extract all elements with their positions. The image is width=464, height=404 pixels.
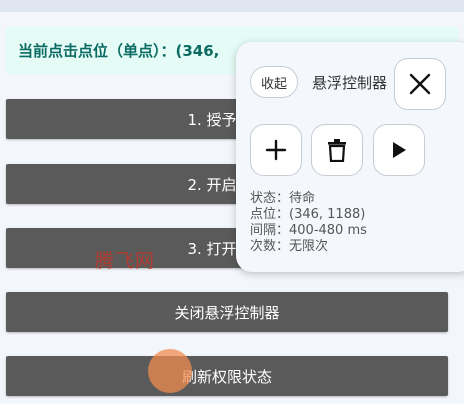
status-line-interval: 间隔：400-480 ms xyxy=(250,223,367,238)
delete-point-button[interactable] xyxy=(311,124,363,176)
current-click-point-text: 当前点击点位（单点）：(346, xyxy=(18,41,220,60)
close-icon xyxy=(409,73,431,95)
button-label: 刷新权限状态 xyxy=(181,367,272,386)
play-icon xyxy=(393,142,406,158)
collapse-button[interactable]: 收起 xyxy=(250,66,298,98)
status-info: 状态：待命 点位：(346, 1188) 间隔：400-480 ms 次数：无限… xyxy=(250,191,367,255)
status-line-state: 状态：待命 xyxy=(250,191,316,206)
top-strip xyxy=(0,0,464,12)
status-line-point: 点位：(346, 1188) xyxy=(250,207,366,222)
button-label: 关闭悬浮控制器 xyxy=(174,303,280,322)
refresh-permission-status-button[interactable]: 刷新权限状态 xyxy=(6,356,448,396)
plus-icon xyxy=(265,139,287,161)
watermark: 腾飞网 xyxy=(95,250,156,272)
status-line-count: 次数：无限次 xyxy=(250,239,329,254)
close-floating-controller-button[interactable]: 关闭悬浮控制器 xyxy=(6,292,448,332)
start-button[interactable] xyxy=(373,124,425,176)
floating-controller-panel: 收起 悬浮控制器 状态：待命 点位：(346, 1188) 间隔：400-480… xyxy=(236,42,464,272)
trash-icon xyxy=(328,139,346,162)
close-button[interactable] xyxy=(394,58,446,110)
add-point-button[interactable] xyxy=(250,124,302,176)
collapse-label: 收起 xyxy=(260,76,287,92)
touch-indicator xyxy=(148,349,192,393)
panel-title: 悬浮控制器 xyxy=(312,74,388,92)
